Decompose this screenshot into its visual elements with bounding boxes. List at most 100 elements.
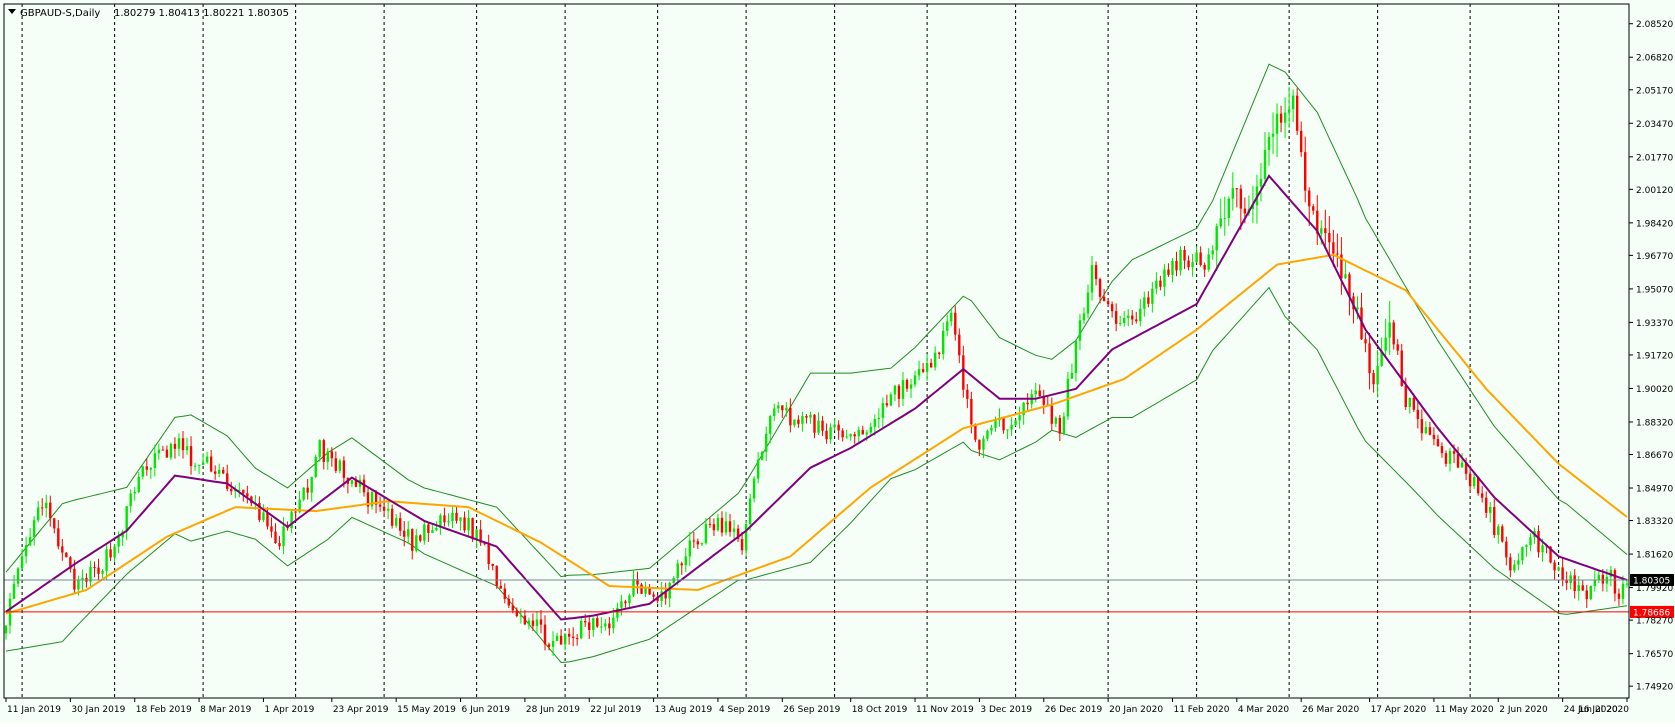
time-tick-label: 18 Oct 2019 [852,705,908,715]
candle-body [230,488,233,492]
candle-body [1416,409,1420,420]
candle-body [1098,279,1102,297]
candle-body [306,487,309,493]
candle-body [145,466,148,470]
candle-body [28,537,32,546]
candle-body [125,506,128,532]
candle-body [419,535,422,541]
candle-body [724,521,728,533]
candle-body [527,620,531,625]
candle-body [1509,557,1512,571]
price-chart[interactable]: 1.803051.78686 2.085202.068202.051702.03… [0,0,1675,723]
time-tick-label: 26 Mar 2020 [1302,705,1359,715]
candle-body [942,330,945,354]
candle-body [813,414,816,433]
candle-body [491,564,494,566]
candle-body [752,478,756,499]
candle-body [282,526,285,547]
price-tick-label: 2.01770 [1636,153,1673,163]
candle-body [1159,280,1162,287]
candle-body [1195,252,1198,263]
candle-body [1521,547,1524,561]
candle-body [559,635,563,645]
candle-body [1275,113,1279,134]
candle-body [765,433,768,452]
candle-body [1304,152,1307,191]
candle-body [173,443,177,449]
candle-body [946,321,949,331]
candle-body [1593,580,1597,586]
candle-body [270,526,273,532]
candle-body [411,529,414,551]
candle-body [777,405,780,409]
candle-body [1585,590,1588,600]
candle-body [1501,526,1504,542]
candle-body [97,567,100,574]
candle-body [644,588,647,594]
candle-body [994,420,997,428]
candle-body [652,594,655,597]
candle-body [708,523,712,525]
time-tick-label: 20 Jan 2020 [1109,705,1163,715]
candle-body [41,507,44,509]
candle-body [1114,311,1118,324]
price-tick-label: 1.90020 [1636,385,1673,395]
candle-body [1207,254,1210,270]
candle-body [696,541,700,545]
candle-body [841,430,844,438]
candle-body [1002,417,1005,431]
candle-body [1456,453,1460,468]
candle-body [1388,322,1391,338]
candle-body [1569,575,1572,583]
candle-body [740,539,744,551]
candle-body [447,521,450,523]
candle-body [318,440,321,457]
candle-body [153,453,157,468]
candle-body [1259,178,1263,187]
candle-body [169,443,173,458]
candle-body [1372,373,1375,385]
candle-body [290,511,293,529]
candle-body [262,512,265,521]
chart-window[interactable]: 1.80305 1.78686 2.08520 2.06820 2.05170 2.03… [0,0,1675,723]
candle-body [773,408,776,416]
candle-body [1557,567,1560,571]
candle-body [1364,339,1367,344]
candle-body [966,389,969,399]
candle-body [877,417,881,420]
candle-body [869,426,873,433]
candle-body [459,517,462,521]
candle-body [334,458,338,471]
time-tick-label: 4 Sep 2019 [719,705,771,715]
candle-body [676,563,679,578]
candle-body [1328,233,1331,243]
candle-body [45,502,48,509]
price-tick-label: 1.81620 [1636,551,1673,561]
candle-body [1376,365,1379,385]
candle-body [294,511,297,513]
candle-body [423,524,426,541]
candle-body [1127,315,1130,319]
candle-body [342,460,346,478]
candle-body [189,446,193,467]
candle-body [567,633,571,637]
candle-body [861,429,864,435]
candle-body [1078,320,1082,341]
price-tick-label: 2.05170 [1636,86,1673,96]
candle-body [1480,493,1484,498]
candle-body [1151,288,1154,304]
candle-body [1243,208,1247,214]
time-tick-label: 26 Sep 2019 [783,705,840,715]
candle-body [728,521,732,532]
candle-body [1062,416,1066,434]
candle-body [1291,95,1295,110]
candle-body [415,535,418,551]
candle-body [1171,260,1174,275]
candle-body [825,430,828,440]
candle-body [1018,415,1021,421]
time-tick-label: 11 May 2020 [1435,705,1494,715]
time-tick-label: 11 Jan 2019 [7,705,61,715]
candle-body [197,464,201,466]
candle-body [1420,419,1424,434]
candle-body [821,420,824,431]
